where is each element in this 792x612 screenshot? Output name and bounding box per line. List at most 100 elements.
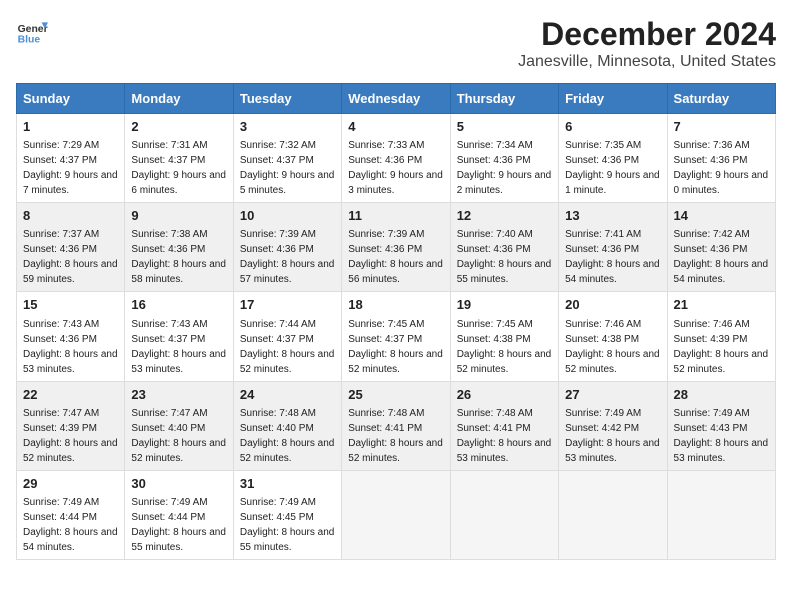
day-info: Sunrise: 7:47 AMSunset: 4:40 PMDaylight:… — [131, 408, 226, 464]
calendar-day-cell: 1Sunrise: 7:29 AMSunset: 4:37 PMDaylight… — [17, 114, 125, 203]
day-number: 8 — [23, 207, 118, 225]
calendar-week-row: 22Sunrise: 7:47 AMSunset: 4:39 PMDayligh… — [17, 381, 776, 470]
calendar-day-cell: 4 Sunrise: 7:33 AMSunset: 4:36 PMDaylight… — [342, 114, 450, 203]
calendar-day-header: Thursday — [450, 84, 558, 114]
calendar-day-cell: 30 Sunrise: 7:49 AMSunset: 4:44 PMDayligh… — [125, 470, 233, 559]
day-number: 2 — [131, 118, 226, 136]
day-number: 15 — [23, 296, 118, 314]
day-info: Sunrise: 7:45 AMSunset: 4:37 PMDaylight:… — [348, 319, 443, 375]
day-number: 31 — [240, 475, 335, 493]
day-info: Sunrise: 7:40 AMSunset: 4:36 PMDaylight:… — [457, 229, 552, 285]
day-info: Sunrise: 7:48 AMSunset: 4:40 PMDaylight:… — [240, 408, 335, 464]
day-number: 26 — [457, 386, 552, 404]
calendar-day-header: Monday — [125, 84, 233, 114]
calendar-body: 1Sunrise: 7:29 AMSunset: 4:37 PMDaylight… — [17, 114, 776, 560]
calendar-day-header: Sunday — [17, 84, 125, 114]
day-info: Sunrise: 7:49 AMSunset: 4:42 PMDaylight:… — [565, 408, 660, 464]
calendar-day-cell: 17 Sunrise: 7:44 AMSunset: 4:37 PMDayligh… — [233, 292, 341, 381]
calendar-day-header: Saturday — [667, 84, 775, 114]
day-number: 21 — [674, 296, 769, 314]
calendar-day-cell: 21 Sunrise: 7:46 AMSunset: 4:39 PMDayligh… — [667, 292, 775, 381]
day-info: Sunrise: 7:48 AMSunset: 4:41 PMDaylight:… — [348, 408, 443, 464]
calendar-day-cell — [559, 470, 667, 559]
calendar-day-cell: 3Sunrise: 7:32 AMSunset: 4:37 PMDaylight… — [233, 114, 341, 203]
calendar-day-header: Friday — [559, 84, 667, 114]
day-number: 23 — [131, 386, 226, 404]
main-title: December 2024 — [518, 16, 776, 53]
calendar-day-cell: 9Sunrise: 7:38 AMSunset: 4:36 PMDaylight… — [125, 203, 233, 292]
day-number: 6 — [565, 118, 660, 136]
day-info: Sunrise: 7:39 AMSunset: 4:36 PMDaylight:… — [240, 229, 335, 285]
calendar-day-cell: 14 Sunrise: 7:42 AMSunset: 4:36 PMDayligh… — [667, 203, 775, 292]
calendar-day-cell: 25 Sunrise: 7:48 AMSunset: 4:41 PMDayligh… — [342, 381, 450, 470]
day-info: Sunrise: 7:49 AMSunset: 4:43 PMDaylight:… — [674, 408, 769, 464]
day-number: 4 — [348, 118, 443, 136]
day-info: Sunrise: 7:49 AMSunset: 4:45 PMDaylight:… — [240, 497, 335, 553]
day-info: Sunrise: 7:48 AMSunset: 4:41 PMDaylight:… — [457, 408, 552, 464]
day-info: Sunrise: 7:49 AMSunset: 4:44 PMDaylight:… — [131, 497, 226, 553]
calendar-day-cell: 24Sunrise: 7:48 AMSunset: 4:40 PMDayligh… — [233, 381, 341, 470]
calendar-day-cell: 15 Sunrise: 7:43 AMSunset: 4:36 PMDayligh… — [17, 292, 125, 381]
calendar-day-cell: 26 Sunrise: 7:48 AMSunset: 4:41 PMDayligh… — [450, 381, 558, 470]
day-number: 28 — [674, 386, 769, 404]
day-number: 18 — [348, 296, 443, 314]
day-info: Sunrise: 7:29 AMSunset: 4:37 PMDaylight:… — [23, 140, 118, 196]
calendar-header-row: SundayMondayTuesdayWednesdayThursdayFrid… — [17, 84, 776, 114]
day-number: 11 — [348, 207, 443, 225]
day-info: Sunrise: 7:33 AMSunset: 4:36 PMDaylight:… — [348, 140, 443, 196]
day-number: 30 — [131, 475, 226, 493]
calendar-day-cell: 22Sunrise: 7:47 AMSunset: 4:39 PMDayligh… — [17, 381, 125, 470]
calendar-day-cell — [667, 470, 775, 559]
day-number: 7 — [674, 118, 769, 136]
day-info: Sunrise: 7:34 AMSunset: 4:36 PMDaylight:… — [457, 140, 552, 196]
day-info: Sunrise: 7:45 AMSunset: 4:38 PMDaylight:… — [457, 319, 552, 375]
day-info: Sunrise: 7:46 AMSunset: 4:38 PMDaylight:… — [565, 319, 660, 375]
calendar-day-header: Tuesday — [233, 84, 341, 114]
day-info: Sunrise: 7:38 AMSunset: 4:36 PMDaylight:… — [131, 229, 226, 285]
calendar-day-cell: 11 Sunrise: 7:39 AMSunset: 4:36 PMDayligh… — [342, 203, 450, 292]
svg-text:Blue: Blue — [18, 34, 41, 45]
day-info: Sunrise: 7:43 AMSunset: 4:37 PMDaylight:… — [131, 319, 226, 375]
calendar-day-cell: 2 Sunrise: 7:31 AMSunset: 4:37 PMDaylight… — [125, 114, 233, 203]
day-number: 25 — [348, 386, 443, 404]
day-info: Sunrise: 7:35 AMSunset: 4:36 PMDaylight:… — [565, 140, 660, 196]
calendar-day-cell: 12Sunrise: 7:40 AMSunset: 4:36 PMDayligh… — [450, 203, 558, 292]
calendar-day-cell — [450, 470, 558, 559]
calendar-week-row: 29 Sunrise: 7:49 AMSunset: 4:44 PMDayligh… — [17, 470, 776, 559]
day-number: 19 — [457, 296, 552, 314]
calendar-day-cell: 5Sunrise: 7:34 AMSunset: 4:36 PMDaylight… — [450, 114, 558, 203]
day-number: 13 — [565, 207, 660, 225]
day-number: 27 — [565, 386, 660, 404]
day-info: Sunrise: 7:31 AMSunset: 4:37 PMDaylight:… — [131, 140, 226, 196]
logo: General Blue — [16, 16, 48, 48]
calendar-day-cell: 18 Sunrise: 7:45 AMSunset: 4:37 PMDayligh… — [342, 292, 450, 381]
day-info: Sunrise: 7:39 AMSunset: 4:36 PMDaylight:… — [348, 229, 443, 285]
calendar-day-header: Wednesday — [342, 84, 450, 114]
calendar-day-cell — [342, 470, 450, 559]
calendar-day-cell: 13Sunrise: 7:41 AMSunset: 4:36 PMDayligh… — [559, 203, 667, 292]
day-info: Sunrise: 7:36 AMSunset: 4:36 PMDaylight:… — [674, 140, 769, 196]
day-info: Sunrise: 7:42 AMSunset: 4:36 PMDaylight:… — [674, 229, 769, 285]
logo-icon: General Blue — [16, 16, 48, 48]
calendar-day-cell: 28 Sunrise: 7:49 AMSunset: 4:43 PMDayligh… — [667, 381, 775, 470]
day-number: 16 — [131, 296, 226, 314]
day-info: Sunrise: 7:46 AMSunset: 4:39 PMDaylight:… — [674, 319, 769, 375]
calendar-day-cell: 23 Sunrise: 7:47 AMSunset: 4:40 PMDayligh… — [125, 381, 233, 470]
calendar-week-row: 8 Sunrise: 7:37 AMSunset: 4:36 PMDaylight… — [17, 203, 776, 292]
day-number: 29 — [23, 475, 118, 493]
calendar-table: SundayMondayTuesdayWednesdayThursdayFrid… — [16, 83, 776, 560]
subtitle: Janesville, Minnesota, United States — [518, 53, 776, 71]
calendar-day-cell: 20 Sunrise: 7:46 AMSunset: 4:38 PMDayligh… — [559, 292, 667, 381]
day-number: 20 — [565, 296, 660, 314]
calendar-day-cell: 6 Sunrise: 7:35 AMSunset: 4:36 PMDaylight… — [559, 114, 667, 203]
day-info: Sunrise: 7:43 AMSunset: 4:36 PMDaylight:… — [23, 319, 118, 375]
day-number: 14 — [674, 207, 769, 225]
day-info: Sunrise: 7:44 AMSunset: 4:37 PMDaylight:… — [240, 319, 335, 375]
day-info: Sunrise: 7:32 AMSunset: 4:37 PMDaylight:… — [240, 140, 335, 196]
day-info: Sunrise: 7:37 AMSunset: 4:36 PMDaylight:… — [23, 229, 118, 285]
calendar-day-cell: 19 Sunrise: 7:45 AMSunset: 4:38 PMDayligh… — [450, 292, 558, 381]
calendar-day-cell: 16 Sunrise: 7:43 AMSunset: 4:37 PMDayligh… — [125, 292, 233, 381]
calendar-day-cell: 29 Sunrise: 7:49 AMSunset: 4:44 PMDayligh… — [17, 470, 125, 559]
day-info: Sunrise: 7:49 AMSunset: 4:44 PMDaylight:… — [23, 497, 118, 553]
day-number: 17 — [240, 296, 335, 314]
